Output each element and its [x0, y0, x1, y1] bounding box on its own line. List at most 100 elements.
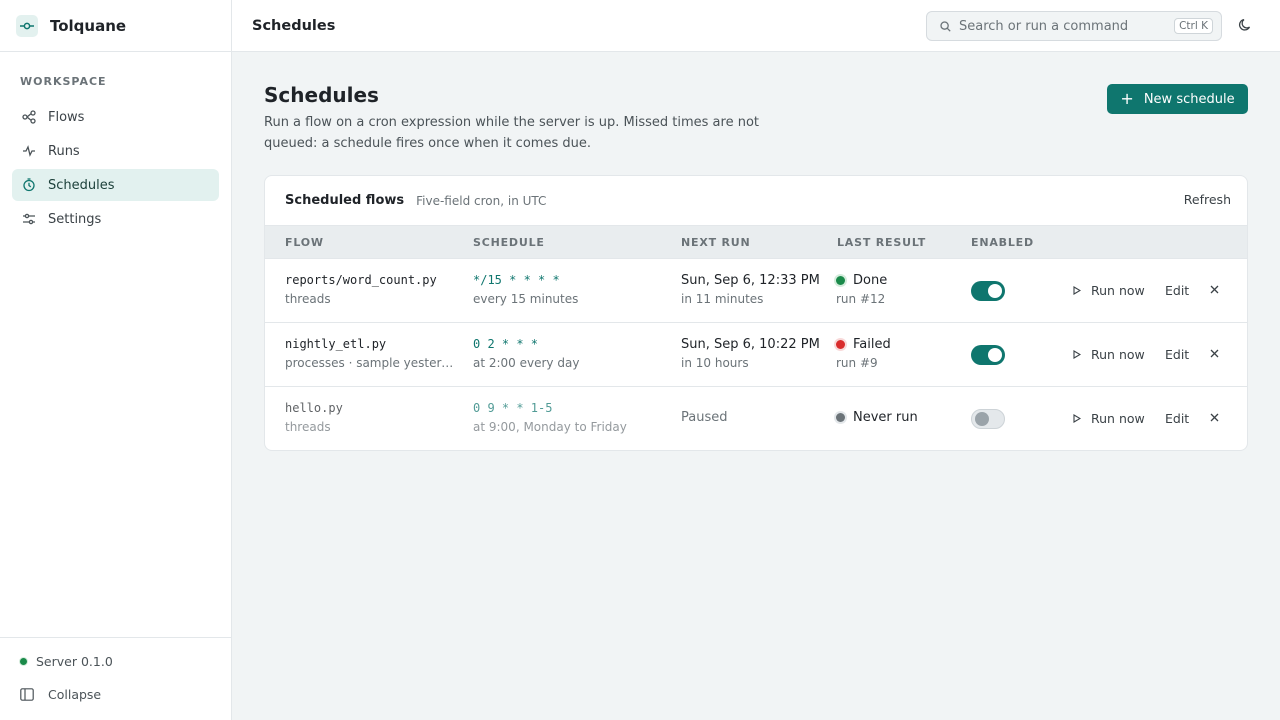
new-schedule-label: New schedule — [1143, 91, 1235, 107]
server-status: Server 0.1.0 — [0, 638, 231, 669]
close-icon — [1210, 285, 1219, 294]
flow-name[interactable]: reports/word_count.py — [285, 273, 457, 287]
schedule-cell: 0 9 * * 1-5 at 9:00, Monday to Friday — [473, 401, 627, 434]
toggle-knob — [988, 348, 1002, 362]
card-subtitle: Five-field cron, in UTC — [416, 193, 547, 208]
next-run-time: Paused — [681, 410, 728, 425]
enabled-toggle[interactable] — [971, 345, 1005, 365]
server-version: Server 0.1.0 — [36, 654, 113, 669]
next-run-time: Sun, Sep 6, 12:33 PM — [681, 273, 820, 288]
run-now-button[interactable]: Run now — [1073, 411, 1145, 426]
topbar: Schedules Search or run a command Ctrl K — [232, 0, 1280, 52]
cron-expression: 0 9 * * 1-5 — [473, 401, 553, 415]
sidebar-item-settings[interactable]: Settings — [12, 203, 219, 235]
table-row: reports/word_count.py threads */15 * * *… — [265, 259, 1247, 323]
sidebar-item-label: Schedules — [48, 177, 115, 193]
enabled-toggle[interactable] — [971, 409, 1005, 429]
table-row: hello.py threads 0 9 * * 1-5 at 9:00, Mo… — [265, 387, 1247, 450]
play-icon — [1073, 286, 1081, 295]
topbar-title: Schedules — [252, 17, 336, 34]
result-run-link[interactable]: run #9 — [836, 356, 891, 370]
sidebar-item-label: Flows — [48, 109, 85, 125]
delete-button[interactable] — [1210, 285, 1219, 294]
theme-toggle-button[interactable] — [1236, 16, 1254, 34]
sidebar-collapse-icon — [20, 688, 34, 701]
sidebar-nav: Flows Runs Schedules Settings — [0, 101, 231, 235]
search-placeholder: Search or run a command — [959, 18, 1129, 34]
column-header-enabled: ENABLED — [971, 236, 1034, 249]
brand-name: Tolquane — [50, 16, 127, 35]
refresh-button[interactable]: Refresh — [1184, 192, 1231, 207]
close-icon — [1210, 413, 1219, 422]
flow-runner: threads — [285, 420, 331, 434]
flows-icon — [22, 110, 36, 124]
enabled-cell — [971, 409, 1005, 429]
main-content: Schedules Run a flow on a cron expressio… — [232, 52, 1280, 720]
run-now-label: Run now — [1091, 347, 1145, 362]
enabled-cell — [971, 345, 1005, 365]
logo-icon — [16, 14, 38, 37]
cron-description: at 2:00 every day — [473, 356, 580, 370]
column-header-last-result: LAST RESULT — [837, 236, 927, 249]
sidebar-item-runs[interactable]: Runs — [12, 135, 219, 167]
next-run-cell: Sun, Sep 6, 12:33 PM in 11 minutes — [681, 273, 820, 306]
activity-icon — [22, 144, 36, 158]
brand[interactable]: Tolquane — [0, 0, 231, 52]
flow-name[interactable]: hello.py — [285, 401, 457, 415]
table-header: FLOW SCHEDULE NEXT RUN LAST RESULT ENABL… — [265, 226, 1247, 259]
delete-button[interactable] — [1210, 413, 1219, 422]
search-shortcut: Ctrl K — [1174, 18, 1213, 34]
run-now-label: Run now — [1091, 283, 1145, 298]
failed-dot-icon — [836, 340, 845, 349]
collapse-button[interactable]: Collapse — [0, 669, 231, 702]
sidebar-item-flows[interactable]: Flows — [12, 101, 219, 133]
new-schedule-button[interactable]: + New schedule — [1107, 84, 1248, 114]
close-icon — [1210, 349, 1219, 358]
column-header-next-run: NEXT RUN — [681, 236, 751, 249]
last-result-cell: Done run #12 — [836, 273, 887, 306]
delete-button[interactable] — [1210, 349, 1219, 358]
sidebar-footer: Server 0.1.0 Collapse — [0, 637, 231, 720]
flow-name[interactable]: nightly_etl.py — [285, 337, 457, 351]
sidebar-item-schedules[interactable]: Schedules — [12, 169, 219, 201]
status-badge: Never run — [836, 410, 918, 425]
cron-expression: */15 * * * * — [473, 273, 560, 287]
sidebar: Tolquane WORKSPACE Flows Runs Schedules — [0, 0, 232, 720]
cron-description: at 9:00, Monday to Friday — [473, 420, 627, 434]
column-header-flow: FLOW — [285, 236, 324, 249]
schedules-card: Scheduled flows Five-field cron, in UTC … — [264, 175, 1248, 451]
flow-runner: threads — [285, 292, 331, 306]
play-icon — [1073, 414, 1081, 423]
column-header-schedule: SCHEDULE — [473, 236, 545, 249]
run-now-button[interactable]: Run now — [1073, 347, 1145, 362]
neutral-dot-icon — [836, 413, 845, 422]
card-title: Scheduled flows — [285, 193, 405, 208]
result-run-link[interactable]: run #12 — [836, 292, 887, 306]
edit-button[interactable]: Edit — [1165, 411, 1189, 426]
edit-button[interactable]: Edit — [1165, 347, 1189, 362]
sidebar-item-label: Settings — [48, 211, 102, 227]
search-input[interactable]: Search or run a command Ctrl K — [926, 11, 1222, 41]
status-badge: Failed — [836, 337, 891, 352]
run-now-button[interactable]: Run now — [1073, 283, 1145, 298]
result-label: Failed — [853, 337, 891, 352]
sliders-icon — [22, 212, 36, 226]
card-header: Scheduled flows Five-field cron, in UTC … — [265, 176, 1247, 226]
edit-button[interactable]: Edit — [1165, 283, 1189, 298]
enabled-toggle[interactable] — [971, 281, 1005, 301]
toggle-knob — [975, 412, 989, 426]
clock-icon — [22, 178, 36, 192]
next-run-time: Sun, Sep 6, 10:22 PM — [681, 337, 820, 352]
flow-cell: hello.py threads — [285, 401, 457, 434]
status-badge: Done — [836, 273, 887, 288]
search-icon — [940, 20, 951, 32]
toggle-knob — [988, 284, 1002, 298]
cron-expression: 0 2 * * * — [473, 337, 539, 351]
next-run-cell: Paused — [681, 410, 727, 425]
success-dot-icon — [836, 276, 845, 285]
sidebar-item-label: Runs — [48, 143, 80, 159]
next-run-relative: in 11 minutes — [681, 292, 764, 306]
table-row: nightly_etl.py processes · sample yester… — [265, 323, 1247, 387]
plus-icon: + — [1120, 89, 1134, 108]
last-result-cell: Never run — [836, 410, 918, 425]
